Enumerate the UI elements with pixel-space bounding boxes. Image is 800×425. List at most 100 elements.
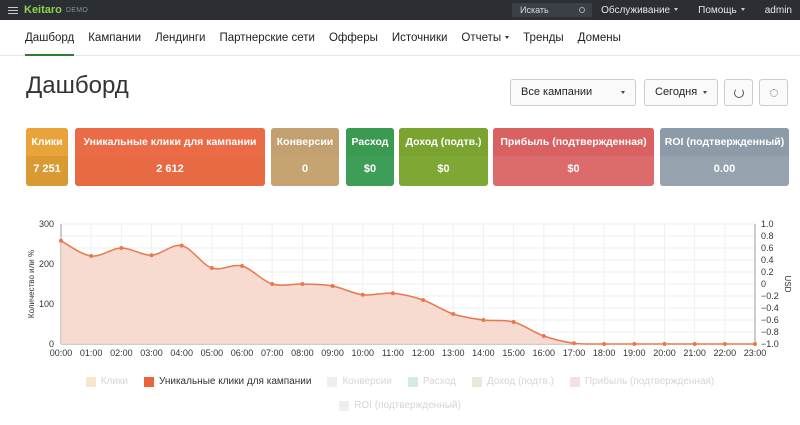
metric-card-label: Конверсии [271,128,339,156]
data-point [119,246,124,250]
x-tick-label: 09:00 [321,348,344,358]
y2-tick-label: 1.0 [761,219,774,229]
x-tick-label: 19:00 [623,348,646,358]
main-nav: Дашборд Кампании Лендинги Партнерские се… [0,20,800,56]
refresh-icon [734,88,744,98]
y2-tick-label: −0.8 [761,327,779,337]
data-point [481,318,486,322]
metric-card-value: $0 [363,163,377,175]
nav-reports[interactable]: Отчеты [454,20,516,56]
period-select[interactable]: Сегодня [644,79,718,106]
metric-card-value: 0.00 [713,163,736,175]
service-menu[interactable]: Обслуживание [601,5,679,16]
chevron-down-icon [621,91,625,94]
nav-campaigns[interactable]: Кампании [81,20,148,56]
search-input[interactable]: Искать [512,3,592,17]
search-icon[interactable] [579,7,585,13]
legend-label: Клики [100,376,128,387]
nav-reports-label: Отчеты [461,31,502,44]
x-tick-label: 04:00 [170,348,193,358]
legend-label: ROI (подтвержденный) [354,400,461,411]
data-point [511,320,516,324]
legend-swatch [85,376,96,387]
metric-card-label: Доход (подтв.) [399,128,488,156]
x-tick-label: 11:00 [382,348,404,358]
x-tick-label: 15:00 [502,348,525,358]
y2-tick-label: 0 [761,279,766,289]
x-tick-label: 03:00 [140,348,163,358]
legend-item[interactable]: Прибыль (подтвержденная) [569,376,715,387]
x-tick-label: 05:00 [201,348,224,358]
campaign-select-value: Все кампании [521,86,593,98]
legend-label: Конверсии [342,376,392,387]
nav-trends[interactable]: Тренды [516,20,571,56]
data-point [390,291,395,296]
legend-label: Прибыль (подтвержденная) [584,376,715,387]
metric-card: ROI (подтвержденный) 0.00 [660,128,789,186]
y-tick-label: 300 [39,219,54,229]
brand-logo[interactable]: Keitaro [24,4,62,16]
x-tick-label: 07:00 [261,348,284,358]
metric-card-value: $0 [567,163,580,175]
y2-tick-label: 0.6 [761,243,774,253]
chevron-down-icon [703,91,707,94]
metric-card: Клики 7 251 [26,128,68,186]
user-menu[interactable]: admin [765,5,792,16]
legend-item[interactable]: Клики [85,376,128,387]
x-tick-label: 13:00 [442,348,465,358]
metric-card-label: Прибыль (подтвержденная) [493,128,654,156]
legend-item[interactable]: ROI (подтвержденный) [339,400,461,411]
help-menu[interactable]: Помощь [698,5,745,16]
menu-icon[interactable] [8,6,18,14]
y2-axis-label: USD [783,276,792,293]
gear-icon [770,89,778,97]
legend-item[interactable]: Доход (подтв.) [471,376,554,387]
data-point [421,298,426,302]
data-point [149,253,154,258]
campaign-select[interactable]: Все кампании [510,79,636,106]
y-tick-label: 200 [39,259,54,269]
nav-domains[interactable]: Домены [571,20,628,56]
metric-card-value: 7 251 [33,163,61,175]
x-tick-label: 06:00 [231,348,254,358]
nav-sources[interactable]: Источники [385,20,455,56]
metric-card: Доход (подтв.) $0 [399,128,488,186]
data-point [541,334,546,338]
data-point [89,254,94,258]
nav-landings[interactable]: Лендинги [148,20,212,56]
nav-affiliate-networks[interactable]: Партнерские сети [212,20,321,56]
x-tick-label: 12:00 [412,348,435,358]
legend-swatch [339,400,350,411]
chevron-down-icon [505,35,510,39]
y2-tick-label: −0.2 [761,291,779,301]
metric-card-label: Расход [346,128,394,156]
settings-button[interactable] [759,79,788,106]
x-tick-label: 20:00 [653,348,676,358]
chevron-down-icon [674,8,679,12]
data-point [209,266,214,270]
search-placeholder: Искать [520,5,549,15]
data-point [692,342,697,346]
metric-card-label: Уникальные клики для кампании [75,128,265,156]
data-point [722,342,727,346]
refresh-button[interactable] [724,79,753,106]
data-point [240,264,245,268]
chevron-down-icon [740,8,745,12]
metric-card: Прибыль (подтвержденная) $0 [493,128,654,186]
metric-card-value: $0 [437,163,450,175]
y-tick-label: 100 [39,299,54,309]
dashboard-chart: 0 100 200 300 1.0 0.8 0.6 0.4 0.2 0 −0.2 −0.4 −0.6 −0… [0,210,800,420]
legend-label: Расход [422,376,456,387]
nav-dashboard[interactable]: Дашборд [18,20,81,56]
nav-offers[interactable]: Офферы [322,20,385,56]
x-tick-label: 02:00 [110,348,133,358]
legend-item[interactable]: Уникальные клики для кампании [143,376,312,387]
metric-card-value: 0 [301,163,309,175]
legend-swatch [407,376,418,387]
legend-label: Уникальные клики для кампании [158,376,312,387]
y2-tick-label: 0.2 [761,267,774,277]
legend-item[interactable]: Расход [407,376,456,387]
legend-swatch [327,376,338,387]
legend-item[interactable]: Конверсии [327,376,392,387]
metric-card: Конверсии 0 [271,128,339,186]
